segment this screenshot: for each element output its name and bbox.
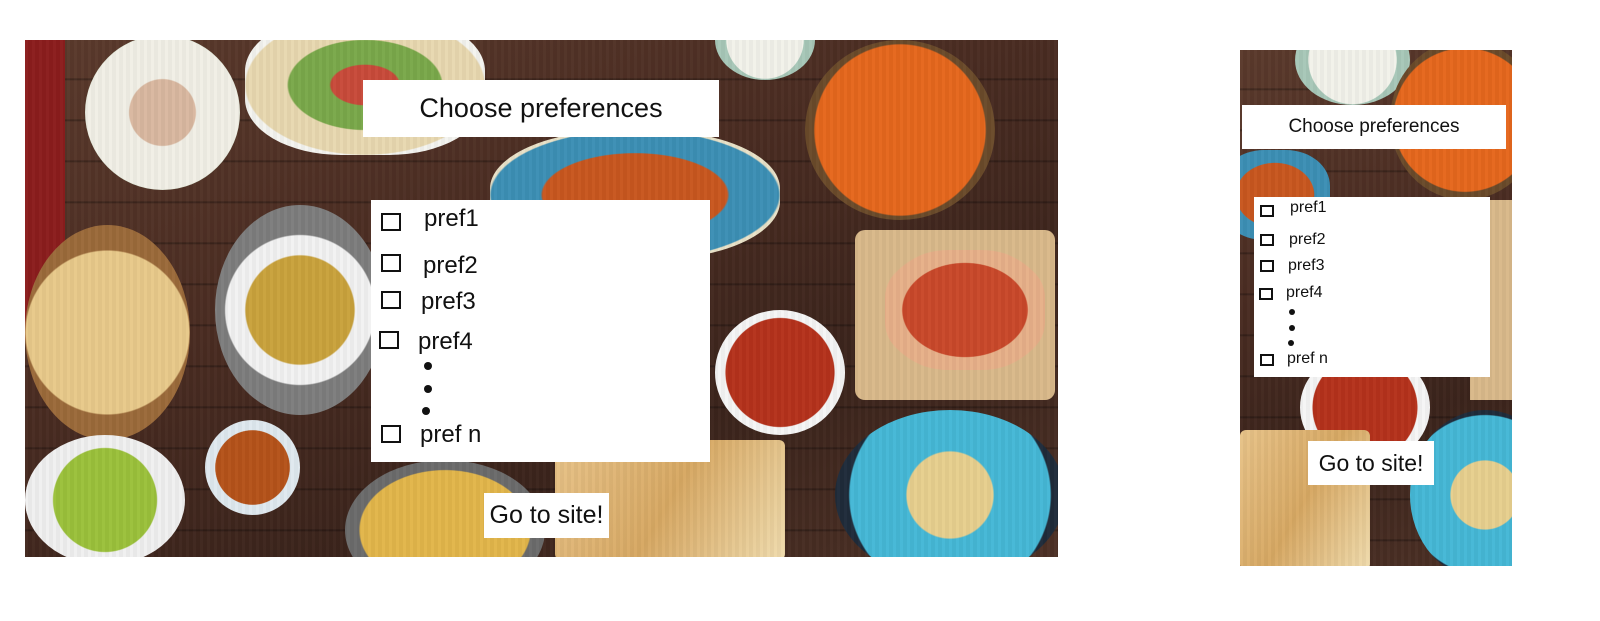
desktop-preferences-panel: pref1 pref2 pref3 pref4 pref n (371, 200, 710, 462)
chai-cup-dish (85, 40, 240, 190)
pref1-checkbox[interactable] (381, 213, 401, 231)
grilled-chicken (885, 250, 1045, 370)
go-to-site-button[interactable]: Go to site! (1308, 441, 1434, 485)
pref2-label: pref2 (423, 252, 478, 279)
mobile-title: Choose preferences (1288, 116, 1460, 137)
prefn-label: pref n (420, 421, 482, 448)
pref3-checkbox[interactable] (381, 291, 401, 309)
ellipsis-dot (1289, 325, 1295, 331)
papadum-plate (1410, 410, 1512, 566)
butter-chicken-pan (805, 40, 995, 220)
mobile-preferences-panel: pref1 pref2 pref3 pref4 pref n (1254, 197, 1490, 377)
prefn-label: pref n (1287, 350, 1328, 367)
chutney-bowl (205, 420, 300, 515)
ellipsis-dot (422, 407, 430, 415)
ellipsis-dot (1288, 340, 1294, 346)
desktop-title-panel: Choose preferences (363, 80, 719, 137)
raita-bowl (715, 40, 815, 80)
pref3-label: pref3 (421, 288, 476, 315)
papadum-plate (835, 410, 1058, 557)
pref4-label: pref4 (418, 328, 473, 355)
desktop-title: Choose preferences (419, 93, 663, 123)
lime-plate (25, 435, 185, 557)
pref1-label: pref1 (424, 205, 479, 232)
pref3-checkbox[interactable] (1260, 260, 1274, 272)
ellipsis-dot (424, 362, 432, 370)
pref4-checkbox[interactable] (379, 331, 399, 349)
mobile-title-panel: Choose preferences (1242, 105, 1506, 149)
pref1-label: pref1 (1290, 199, 1327, 216)
pref2-label: pref2 (1289, 231, 1326, 248)
tikka-bowl (715, 310, 845, 435)
ellipsis-dot (1289, 309, 1295, 315)
go-to-site-button[interactable]: Go to site! (484, 493, 609, 538)
curry-bowl (215, 205, 385, 415)
pref3-label: pref3 (1288, 257, 1325, 274)
prefn-checkbox[interactable] (381, 425, 401, 443)
pref4-label: pref4 (1286, 284, 1323, 301)
pref2-checkbox[interactable] (1260, 234, 1274, 246)
pref4-checkbox[interactable] (1259, 288, 1273, 300)
papad-basket (25, 225, 190, 440)
prefn-checkbox[interactable] (1260, 354, 1274, 366)
ellipsis-dot (424, 385, 432, 393)
pref1-checkbox[interactable] (1260, 205, 1274, 217)
pref2-checkbox[interactable] (381, 254, 401, 272)
